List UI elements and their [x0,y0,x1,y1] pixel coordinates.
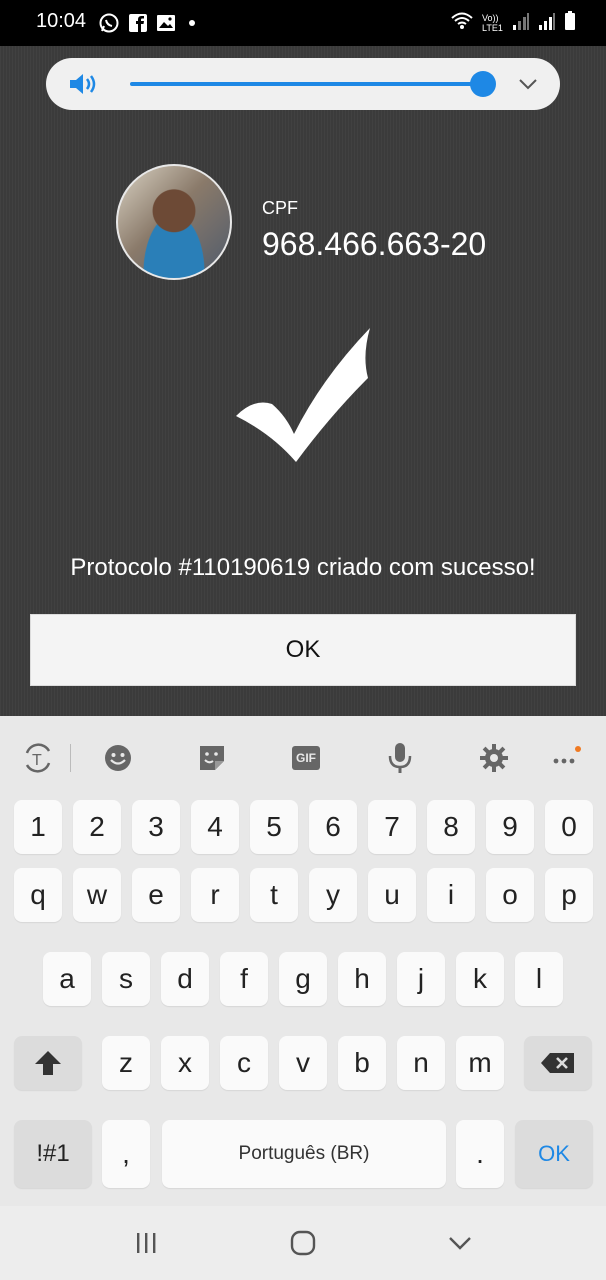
key-r[interactable]: r [191,868,239,922]
period-key[interactable]: . [456,1120,504,1188]
svg-text:T: T [32,752,42,769]
key-l[interactable]: l [515,952,563,1006]
key-2[interactable]: 2 [73,800,121,854]
key-c[interactable]: c [220,1036,268,1090]
key-3[interactable]: 3 [132,800,180,854]
key-i[interactable]: i [427,868,475,922]
microphone-icon[interactable] [380,738,420,778]
back-icon[interactable] [440,1228,480,1258]
gif-label: GIF [292,746,320,770]
key-g[interactable]: g [279,952,327,1006]
chevron-down-icon[interactable] [516,74,540,99]
key-z[interactable]: z [102,1036,150,1090]
key-y[interactable]: y [309,868,357,922]
key-6[interactable]: 6 [309,800,357,854]
signal-icon [512,11,530,36]
success-message: Protocolo #110190619 criado com sucesso! [70,554,536,581]
battery-icon [564,10,576,36]
navigation-bar [0,1206,606,1280]
key-u[interactable]: u [368,868,416,922]
sticker-icon[interactable] [192,738,232,778]
key-5[interactable]: 5 [250,800,298,854]
symbols-key[interactable]: !#1 [14,1120,92,1188]
avatar [116,164,232,280]
key-t[interactable]: t [250,868,298,922]
key-0[interactable]: 0 [545,800,593,854]
key-w[interactable]: w [73,868,121,922]
status-icons-right: Vo)) LTE1 [450,10,576,36]
key-m[interactable]: m [456,1036,504,1090]
clock: 10:04 [36,10,87,32]
volume-panel [46,58,560,110]
dot-icon [188,12,196,34]
checkmark-icon [236,328,370,462]
comma-key[interactable]: , [102,1120,150,1188]
status-bar: 10:04 Vo)) LTE1 [0,0,606,46]
gif-icon[interactable]: GIF [286,738,326,778]
key-o[interactable]: o [486,868,534,922]
key-a[interactable]: a [43,952,91,1006]
key-s[interactable]: s [102,952,150,1006]
more-icon[interactable] [546,738,586,778]
keyboard: T GIF 1 2 3 4 5 6 7 8 9 0 q w e r t y u … [0,716,606,1206]
key-9[interactable]: 9 [486,800,534,854]
text-recognition-icon[interactable]: T [18,738,58,778]
backspace-key[interactable] [524,1036,592,1090]
volume-slider-thumb[interactable] [470,71,496,97]
wifi-icon [450,11,474,36]
speaker-icon[interactable] [68,72,102,101]
key-7[interactable]: 7 [368,800,416,854]
enter-key[interactable]: OK [515,1120,593,1188]
key-q[interactable]: q [14,868,62,922]
key-p[interactable]: p [545,868,593,922]
gallery-icon [156,12,176,34]
ok-button[interactable]: OK [30,614,576,686]
home-icon[interactable] [283,1228,323,1258]
cpf-value: 968.466.663-20 [262,226,487,262]
recent-apps-icon[interactable] [126,1228,166,1258]
space-key[interactable]: Português (BR) [162,1120,446,1188]
settings-icon[interactable] [474,738,514,778]
key-h[interactable]: h [338,952,386,1006]
shift-key[interactable] [14,1036,82,1090]
volte-icon: Vo)) LTE1 [482,13,503,33]
key-v[interactable]: v [279,1036,327,1090]
key-d[interactable]: d [161,952,209,1006]
key-4[interactable]: 4 [191,800,239,854]
keyboard-toolbar: T GIF [0,716,606,800]
key-1[interactable]: 1 [14,800,62,854]
toolbar-divider [70,744,71,772]
key-j[interactable]: j [397,952,445,1006]
key-x[interactable]: x [161,1036,209,1090]
cpf-label: CPF [262,198,298,218]
key-e[interactable]: e [132,868,180,922]
whatsapp-icon [98,12,120,34]
shift-arrow-icon [35,1051,61,1075]
key-b[interactable]: b [338,1036,386,1090]
signal-icon [538,11,556,36]
backspace-icon [541,1053,574,1073]
main-panel: CPF 968.466.663-20 Protocolo #110190619 … [0,46,606,716]
emoji-icon[interactable] [98,738,138,778]
key-n[interactable]: n [397,1036,445,1090]
key-k[interactable]: k [456,952,504,1006]
key-f[interactable]: f [220,952,268,1006]
volume-slider-track[interactable] [130,82,486,86]
key-8[interactable]: 8 [427,800,475,854]
facebook-icon [128,12,148,34]
